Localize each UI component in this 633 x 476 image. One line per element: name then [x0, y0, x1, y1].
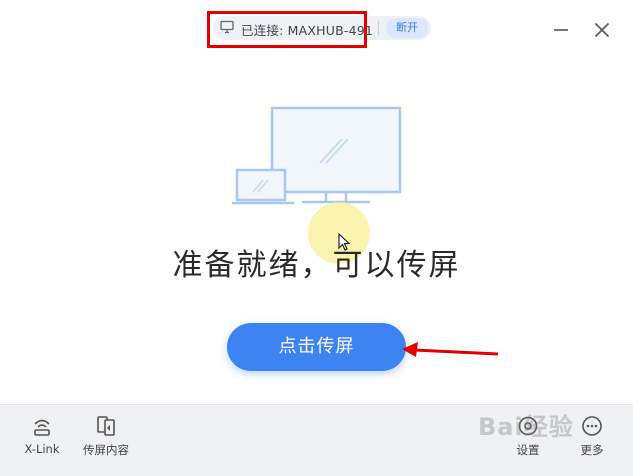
annotation-highlight-box	[207, 11, 367, 48]
toolbar-item-cast-content[interactable]: 传屏内容	[79, 414, 133, 458]
start-cast-button[interactable]: 点击传屏	[227, 323, 406, 371]
minimize-icon[interactable]	[553, 22, 569, 38]
laptop-and-monitor-illustration	[232, 106, 402, 205]
toolbar-label-cast-content: 传屏内容	[83, 443, 129, 457]
toolbar-label-settings: 设置	[516, 443, 540, 457]
toolbar-label-xlink: X-Link	[24, 442, 60, 456]
xlink-icon	[34, 419, 50, 436]
toolbar-item-xlink[interactable]: X-Link	[22, 414, 62, 456]
watermark-logo: Bai经验	[478, 413, 574, 441]
cast-content-icon	[97, 416, 115, 436]
toolbar-label-more: 更多	[580, 443, 604, 457]
close-icon[interactable]	[594, 22, 610, 38]
annotation-arrow-icon	[402, 342, 499, 357]
ready-status-text: 准备就绪，可以传屏	[172, 248, 461, 283]
divider	[378, 21, 379, 35]
disconnect-button[interactable]: 断开	[386, 18, 428, 38]
